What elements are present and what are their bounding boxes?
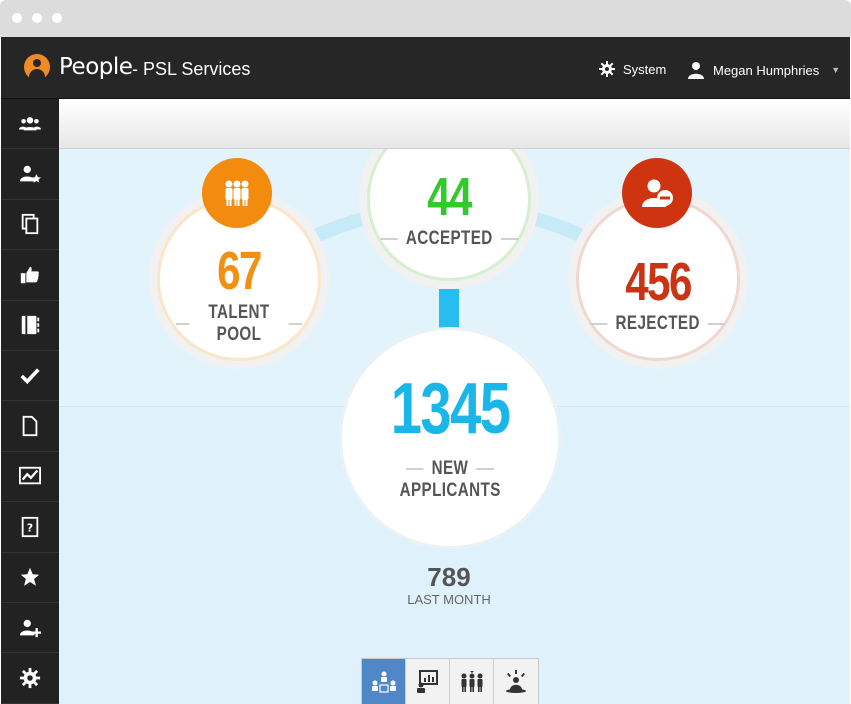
window-dot-icon [52,13,62,23]
sidebar-item-settings[interactable] [1,653,59,704]
talent-pool-value: 67 [217,241,262,301]
new-applicants-label-1: NEW [431,458,469,479]
new-applicants-value: 1345 [390,369,511,449]
accepted-value: 44 [427,167,472,227]
user-icon [688,62,704,79]
org-chart-icon [371,671,396,693]
sidebar-item-users[interactable] [1,99,59,150]
system-menu[interactable]: System [599,61,666,77]
sidebar: ? [1,99,59,704]
window-dot-icon [12,13,22,23]
help-document-icon: ? [21,516,39,537]
last-month-label: LAST MONTH [407,592,491,607]
rejected-badge [622,158,692,228]
browser-chrome [0,0,851,37]
sidebar-item-user-star[interactable] [1,149,59,200]
tab-presentation[interactable] [406,659,450,704]
star-icon [20,568,40,586]
notebook-icon [21,316,40,335]
presentation-icon [416,670,438,693]
group-icon [461,671,482,692]
sidebar-item-help[interactable]: ? [1,502,59,553]
tab-group[interactable] [450,659,494,704]
sidebar-item-thumbs-up[interactable] [1,250,59,301]
sidebar-item-file[interactable] [1,401,59,452]
checkmark-icon [20,367,40,384]
sidebar-item-favorites[interactable] [1,553,59,603]
file-icon [22,415,38,437]
tab-spotlight[interactable] [494,659,538,704]
accepted-label: ACCEPTED [405,228,493,249]
sidebar-item-tasks[interactable] [1,351,59,402]
chart-icon [19,467,41,485]
last-month-value: 789 [427,562,471,592]
user-star-icon [19,165,41,183]
add-user-icon [19,619,41,637]
view-tabs [361,658,539,704]
tab-org-chart[interactable] [362,659,406,704]
user-menu[interactable]: Megan Humphries ▼ [687,61,840,79]
toolbar [59,99,850,149]
new-applicants-stat[interactable]: 1345 NEW APPLICANTS [342,330,558,546]
gear-icon [19,667,41,689]
user-name: Megan Humphries [713,62,820,78]
chevron-down-icon: ▼ [831,65,841,75]
sidebar-item-documents[interactable] [1,200,59,251]
talent-pool-badge [202,158,272,228]
people-logo-icon[interactable] [24,54,50,80]
talent-pool-label: TALENT POOL [208,302,270,345]
app-name[interactable]: People [59,54,133,80]
applicant-dashboard: 67 TALENT POOL 44 ACCEPTED 456 REJECTED … [59,149,850,704]
app-header: People - PSL Services System Megan Humph… [1,37,850,99]
rejected-value: 456 [625,252,692,312]
system-label: System [623,61,667,77]
sidebar-item-reports[interactable] [1,452,59,503]
sidebar-item-add-user[interactable] [1,603,59,654]
last-month-stat: 789 LAST MONTH [389,562,509,607]
app-subtitle: - PSL Services [132,59,251,79]
users-icon [19,116,41,131]
thumbs-up-icon [20,266,39,284]
remove-user-icon [642,179,673,207]
spotlight-person-icon [506,670,526,693]
svg-text:?: ? [27,521,33,534]
window-dot-icon [32,13,42,23]
rejected-label: REJECTED [615,313,701,334]
new-applicants-label-2: APPLICANTS [399,480,501,501]
gear-icon [599,61,615,77]
group-icon [225,180,249,206]
sidebar-item-notebook[interactable] [1,301,59,351]
documents-icon [21,214,39,235]
